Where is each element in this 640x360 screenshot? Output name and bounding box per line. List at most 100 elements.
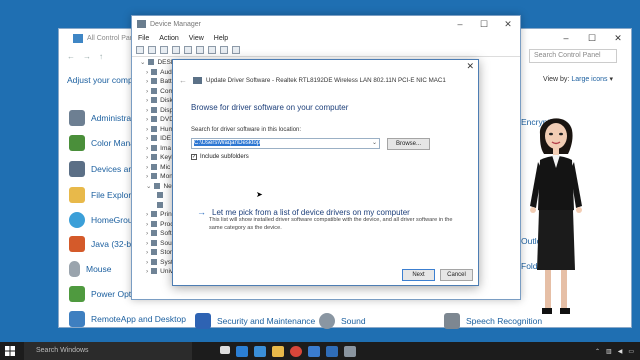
device-manager-menubar: File Action View Help	[132, 32, 520, 44]
cp-item-color-management[interactable]: Color Mana	[69, 135, 135, 151]
expand-arrow-icon[interactable]: ›	[146, 88, 148, 95]
minimize-icon[interactable]: –	[448, 16, 472, 32]
cp-item-security-maintenance[interactable]: Security and Maintenance	[195, 313, 315, 329]
cp-item-label: Color Mana	[91, 138, 135, 148]
driver-path-combobox[interactable]: C:\Users\Waqar\Desktop ⌄	[191, 138, 380, 149]
device-tree-label: Mic	[160, 163, 171, 171]
maximize-icon[interactable]: ☐	[472, 16, 496, 32]
photos-icon[interactable]	[326, 345, 338, 357]
device-tree-label: Sou	[160, 239, 172, 247]
back-icon[interactable]	[136, 46, 144, 54]
expand-arrow-icon[interactable]: ›	[146, 259, 148, 266]
mouse-icon	[69, 261, 80, 277]
cp-item-label: Mouse	[86, 264, 112, 274]
expand-arrow-icon[interactable]: ›	[146, 164, 148, 171]
close-icon[interactable]: ✕	[605, 29, 631, 47]
cp-item-file-explorer[interactable]: File Explorer	[69, 187, 139, 203]
menu-view[interactable]: View	[189, 35, 204, 42]
expand-arrow-icon[interactable]: ›	[146, 221, 148, 228]
uninstall-icon[interactable]	[220, 46, 228, 54]
up-arrow-icon[interactable]: ↑	[99, 52, 103, 61]
cp-item-java[interactable]: Java (32-bit)	[69, 236, 138, 252]
expand-arrow-icon[interactable]: ›	[146, 154, 148, 161]
forward-arrow-icon[interactable]: →	[83, 52, 91, 61]
cp-item-power-options[interactable]: Power Optio	[69, 286, 138, 302]
device-manager-icon[interactable]	[344, 345, 356, 357]
volume-icon[interactable]: ◀	[618, 348, 623, 355]
expand-arrow-icon[interactable]: ›	[146, 69, 148, 76]
chrome-icon[interactable]	[290, 345, 302, 357]
cp-item-mouse[interactable]: Mouse	[69, 261, 112, 277]
file-explorer-icon[interactable]	[272, 345, 284, 357]
help-icon[interactable]	[184, 46, 192, 54]
device-category-icon	[151, 144, 158, 151]
expand-arrow-icon[interactable]: ›	[146, 211, 148, 218]
cancel-button[interactable]: Cancel	[440, 269, 473, 281]
minimize-icon[interactable]: –	[553, 29, 579, 47]
cp-item-label: Security and Maintenance	[217, 316, 316, 326]
expand-arrow-icon[interactable]: ›	[146, 268, 148, 275]
update-driver-icon[interactable]	[208, 46, 216, 54]
cp-item-label: RemoteApp and Desktop	[91, 314, 186, 324]
start-button[interactable]	[0, 342, 20, 360]
cp-item-label: Sound	[341, 316, 366, 326]
expand-arrow-icon[interactable]: ⌄	[146, 183, 151, 190]
expand-arrow-icon[interactable]: ›	[146, 135, 148, 142]
network-icon[interactable]: ▥	[606, 348, 612, 355]
chevron-down-icon[interactable]: ▾	[609, 76, 613, 83]
expand-arrow-icon[interactable]: ›	[146, 240, 148, 247]
device-manager-title: Device Manager	[150, 20, 201, 28]
cp-item-remoteapp[interactable]: RemoteApp and Desktop	[69, 311, 186, 327]
cp-item-devices-printers[interactable]: Devices an	[69, 161, 133, 177]
device-tree-label: Stor	[160, 249, 173, 256]
update-driver-dialog: ✕ ← Update Driver Software - Realtek RTL…	[172, 59, 479, 286]
expand-arrow-icon[interactable]: ›	[146, 97, 148, 104]
device-category-icon	[151, 125, 158, 132]
close-icon[interactable]: ✕	[466, 61, 474, 72]
driver-path-value[interactable]: C:\Users\Waqar\Desktop	[194, 140, 261, 146]
arrow-right-icon: →	[197, 207, 206, 217]
expand-arrow-icon[interactable]: ›	[146, 116, 148, 123]
menu-help[interactable]: Help	[214, 35, 228, 42]
scan-icon[interactable]	[232, 46, 240, 54]
menu-action[interactable]: Action	[159, 35, 178, 42]
expand-arrow-icon[interactable]: ›	[146, 249, 148, 256]
browse-button[interactable]: Browse...	[387, 138, 430, 150]
notification-icon[interactable]: ▭	[628, 348, 634, 355]
chevron-up-icon[interactable]: ⌃	[595, 348, 600, 355]
flag-icon	[195, 313, 211, 329]
device-tree-label: Prin	[160, 211, 172, 218]
monitor-icon[interactable]	[196, 46, 204, 54]
expand-arrow-icon[interactable]: ⌄	[140, 59, 145, 66]
include-subfolders[interactable]: ✓ Include subfolders	[191, 154, 249, 160]
taskbar-search-input[interactable]: Search Windows	[24, 342, 192, 360]
expand-arrow-icon[interactable]: ›	[146, 145, 148, 152]
back-arrow-icon[interactable]: ←	[179, 76, 187, 85]
cp-item-administrative-tools[interactable]: Administra	[69, 110, 131, 126]
expand-arrow-icon[interactable]: ›	[146, 107, 148, 114]
expand-arrow-icon[interactable]: ›	[146, 126, 148, 133]
device-category-icon	[148, 59, 155, 66]
control-panel-icon	[73, 33, 83, 43]
expand-arrow-icon[interactable]: ›	[146, 173, 148, 180]
maximize-icon[interactable]: ☐	[579, 29, 605, 47]
properties-icon[interactable]	[160, 46, 168, 54]
mail-icon[interactable]	[308, 345, 320, 357]
forward-icon[interactable]	[148, 46, 156, 54]
chevron-down-icon[interactable]: ⌄	[372, 139, 377, 148]
cp-item-homegroup[interactable]: HomeGroup	[69, 212, 137, 228]
details-icon[interactable]	[172, 46, 180, 54]
cp-item-sound[interactable]: Sound	[319, 313, 366, 329]
include-subfolders-checkbox[interactable]: ✓	[191, 154, 197, 160]
close-icon[interactable]: ✕	[496, 16, 520, 32]
back-arrow-icon[interactable]: ←	[67, 52, 75, 61]
edge-icon[interactable]	[236, 345, 248, 357]
expand-arrow-icon[interactable]: ›	[146, 230, 148, 237]
next-button[interactable]: Next	[402, 269, 435, 281]
control-panel-search-input[interactable]: Search Control Panel	[529, 49, 617, 63]
expand-arrow-icon[interactable]: ›	[146, 78, 148, 85]
view-by-dropdown[interactable]: Large icons	[571, 76, 607, 83]
task-view-icon[interactable]	[220, 345, 230, 354]
store-icon[interactable]	[254, 345, 266, 357]
menu-file[interactable]: File	[138, 35, 149, 42]
